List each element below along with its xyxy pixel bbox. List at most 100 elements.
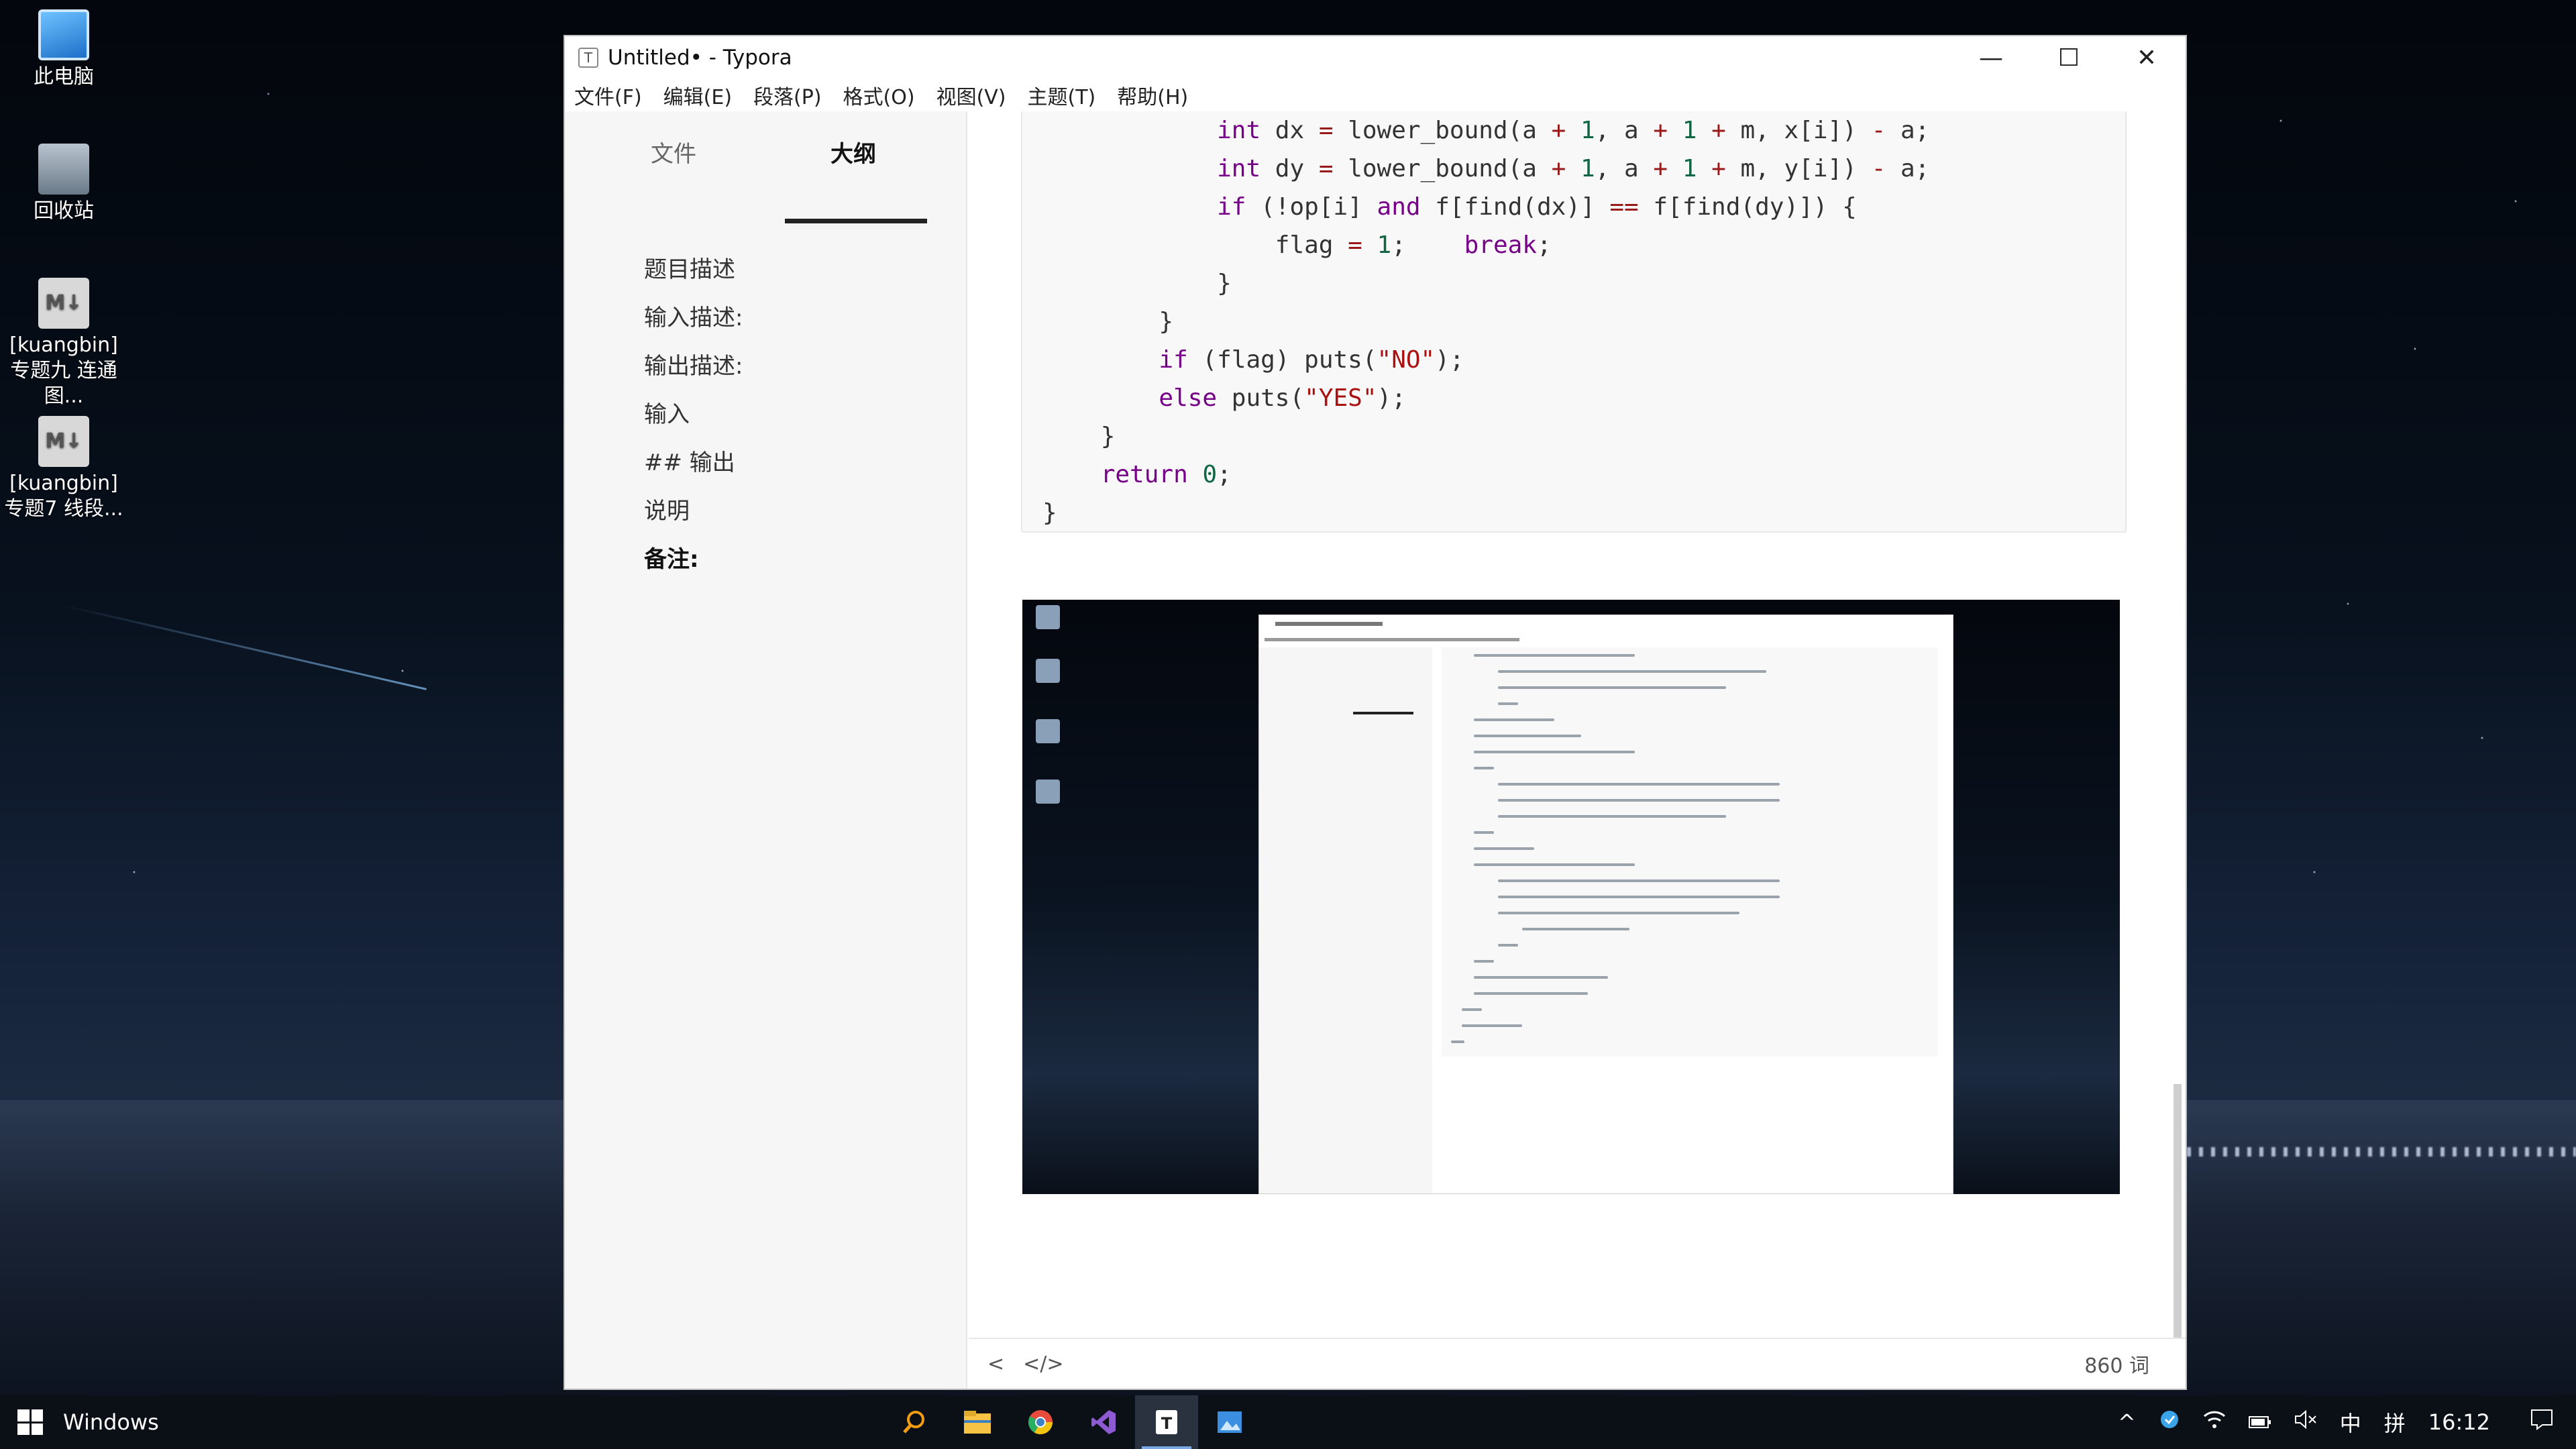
markdown-file-icon: M↓	[38, 416, 89, 467]
menu-file[interactable]: 文件(F)	[574, 80, 642, 110]
search-icon[interactable]	[883, 1395, 946, 1449]
code-line: }	[1042, 270, 1232, 297]
outline-item[interactable]: 备注:	[644, 543, 743, 592]
source-code-mode-button[interactable]: </>	[1023, 1352, 1063, 1376]
desktop-icon-md-file-2[interactable]: M↓ [kuangbin] 专题7 线段...	[0, 416, 127, 522]
mini-code-line	[1498, 799, 1780, 802]
mini-sidebar	[1259, 647, 1432, 1193]
code-line: return 0;	[1100, 461, 1232, 488]
code-line: if (flag) puts("NO");	[1159, 346, 1464, 374]
status-bar: < </> 860 词	[969, 1338, 2186, 1389]
active-app-indicator	[1142, 1446, 1191, 1449]
outline-list: 题目描述 输入描述: 输出描述: 输入 ## 输出 说明 备注:	[644, 254, 743, 592]
input-method-indicator[interactable]: 中	[2340, 1407, 2361, 1438]
code-line: int dx = lower_bound(a + 1, a + 1 + m, x…	[1217, 117, 1930, 144]
battery-icon[interactable]	[2248, 1409, 2271, 1435]
typora-app-icon: T	[578, 48, 598, 68]
mini-code-line	[1474, 735, 1581, 737]
minimize-button[interactable]: —	[1952, 36, 2030, 79]
sidebar-tabs: 文件 大纲	[565, 111, 966, 192]
active-tab-indicator	[785, 219, 927, 223]
window-body: 文件 大纲 题目描述 输入描述: 输出描述: 输入 ## 输出 说明 备注: i…	[565, 111, 2186, 1389]
close-button[interactable]: ✕	[2108, 36, 2186, 79]
mini-code-line	[1498, 702, 1518, 705]
menu-help[interactable]: 帮助(H)	[1117, 80, 1188, 110]
tab-outline[interactable]: 大纲	[830, 136, 876, 168]
window-title: Untitled• - Typora	[608, 46, 792, 70]
wallpaper-city-lights	[2187, 1147, 2576, 1157]
mini-desktop-icon	[1036, 719, 1060, 743]
editor-scrollbar[interactable]	[2174, 1084, 2182, 1379]
tray-overflow-chevron-icon[interactable]: ^	[2118, 1409, 2136, 1435]
mini-code-line	[1498, 783, 1780, 786]
typora-icon[interactable]: T	[1135, 1395, 1198, 1449]
tab-files[interactable]: 文件	[651, 136, 696, 168]
outline-item[interactable]: 输出描述:	[644, 350, 743, 398]
outline-item[interactable]: 说明	[644, 495, 743, 543]
chrome-icon[interactable]	[1009, 1395, 1072, 1449]
mini-code-line	[1498, 879, 1780, 882]
mini-code-line	[1451, 1040, 1464, 1043]
editor-area[interactable]: int dx = lower_bound(a + 1, a + 1 + m, x…	[969, 111, 2186, 1338]
tray-app-icon[interactable]	[2159, 1409, 2180, 1436]
mini-tab-indicator	[1353, 712, 1413, 714]
taskbar-search-label[interactable]: Windows	[63, 1409, 159, 1435]
menu-edit[interactable]: 编辑(E)	[663, 80, 732, 110]
system-tray: ^ 中 拼 16:12	[2118, 1395, 2576, 1449]
mini-code-line	[1474, 718, 1554, 721]
mini-menu	[1265, 638, 1519, 641]
menu-theme[interactable]: 主题(T)	[1028, 80, 1096, 110]
desktop-icon-label: 回收站	[34, 199, 94, 223]
file-explorer-icon[interactable]	[946, 1395, 1009, 1449]
mini-code-line	[1474, 863, 1635, 866]
mini-desktop-icon	[1036, 605, 1060, 629]
desktop-icon-label: 此电脑	[34, 65, 94, 89]
outline-item[interactable]: 输入	[644, 398, 743, 447]
mini-title	[1275, 622, 1383, 626]
outline-item[interactable]: ## 输出	[644, 447, 743, 495]
start-button[interactable]	[0, 1395, 60, 1449]
code-lines: int dx = lower_bound(a + 1, a + 1 + m, x…	[1042, 111, 2125, 532]
mini-code-line	[1498, 815, 1726, 818]
photo-app-icon[interactable]	[1198, 1395, 1261, 1449]
svg-text:T: T	[1161, 1414, 1173, 1433]
maximize-button[interactable]: ☐	[2030, 36, 2108, 79]
desktop-icon-this-pc[interactable]: 此电脑	[0, 9, 127, 90]
mini-code-line	[1498, 944, 1518, 947]
menu-bar: 文件(F) 编辑(E) 段落(P) 格式(O) 视图(V) 主题(T) 帮助(H…	[565, 79, 2186, 111]
mini-typora-window	[1258, 614, 1953, 1194]
window-controls: — ☐ ✕	[1952, 36, 2186, 79]
wifi-icon[interactable]	[2203, 1409, 2226, 1435]
volume-muted-icon[interactable]	[2294, 1409, 2317, 1435]
notification-icon[interactable]	[2530, 1409, 2553, 1436]
outline-item[interactable]: 输入描述:	[644, 302, 743, 350]
title-bar[interactable]: T Untitled• - Typora — ☐ ✕	[565, 36, 2186, 79]
menu-view[interactable]: 视图(V)	[936, 80, 1006, 110]
clock[interactable]: 16:12	[2428, 1409, 2490, 1435]
mini-code-block	[1442, 647, 1938, 1057]
mini-code-line	[1498, 670, 1766, 673]
mini-code-line	[1474, 976, 1608, 979]
sidebar-toggle-button[interactable]: <	[987, 1352, 1004, 1376]
menu-format[interactable]: 格式(O)	[843, 80, 915, 110]
visual-studio-icon[interactable]	[1072, 1395, 1135, 1449]
desktop-icon-label: [kuangbin] 专题7 线段...	[4, 472, 123, 521]
mini-code-line	[1474, 960, 1494, 963]
keyboard-layout-indicator[interactable]: 拼	[2384, 1407, 2406, 1438]
desktop-icon-md-file-1[interactable]: M↓ [kuangbin]专题九 连通图...	[0, 278, 127, 409]
mini-code-line	[1498, 912, 1739, 914]
word-count[interactable]: 860 词	[2084, 1349, 2149, 1379]
code-line: }	[1042, 423, 1116, 450]
mini-code-line	[1462, 1008, 1482, 1011]
windows-logo-icon	[17, 1409, 43, 1435]
mini-code-line	[1474, 751, 1635, 753]
mini-code-line	[1462, 1024, 1522, 1027]
menu-paragraph[interactable]: 段落(P)	[753, 80, 822, 110]
code-block[interactable]: int dx = lower_bound(a + 1, a + 1 + m, x…	[1021, 111, 2127, 533]
desktop-icon-recycle-bin[interactable]: 回收站	[0, 144, 127, 224]
markdown-file-icon: M↓	[38, 278, 89, 329]
sidebar: 文件 大纲 题目描述 输入描述: 输出描述: 输入 ## 输出 说明 备注:	[565, 111, 967, 1389]
code-line: int dy = lower_bound(a + 1, a + 1 + m, y…	[1217, 155, 1930, 182]
mini-code-line	[1474, 992, 1588, 995]
outline-item[interactable]: 题目描述	[644, 254, 743, 302]
